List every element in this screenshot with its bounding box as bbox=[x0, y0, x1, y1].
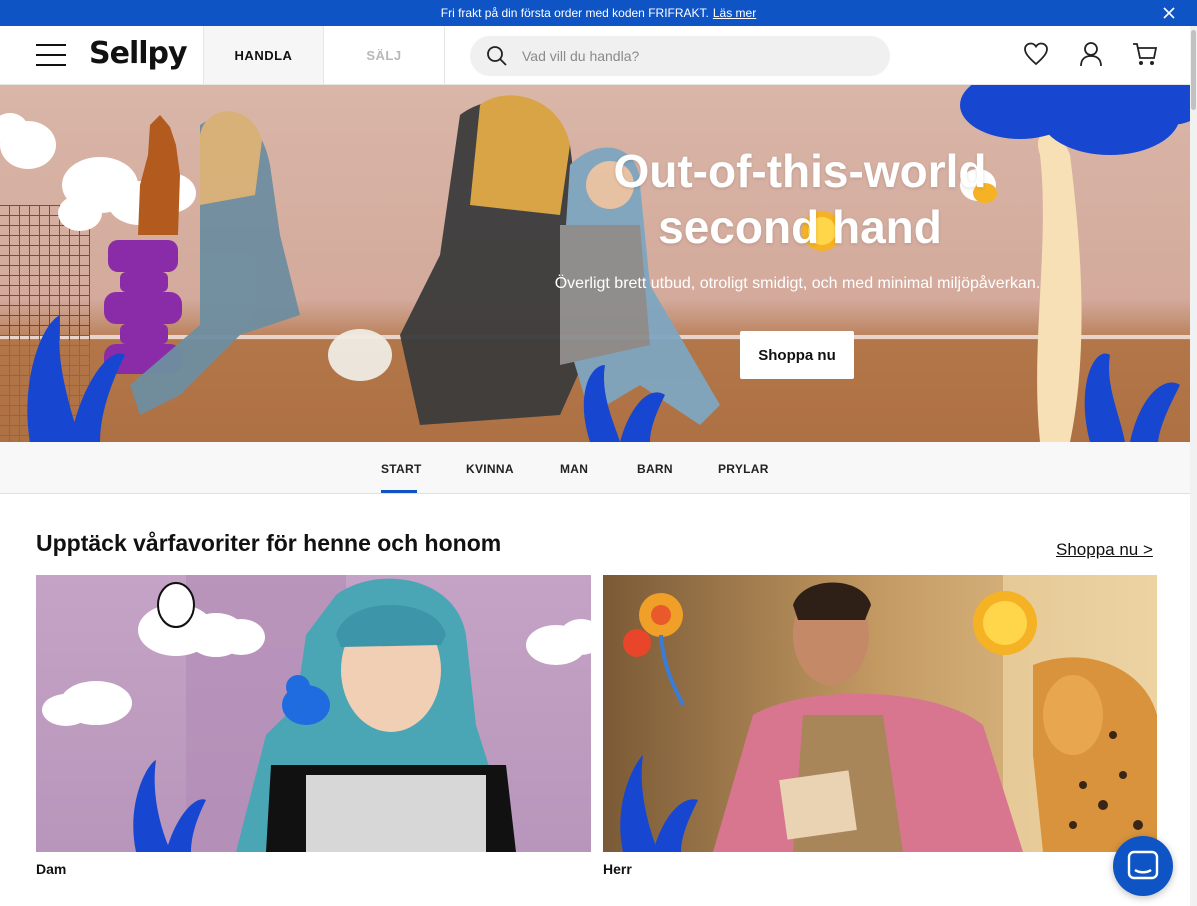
promo-read-more-link[interactable]: Läs mer bbox=[713, 6, 756, 20]
card-dam-label[interactable]: Dam bbox=[36, 861, 66, 877]
hero-title: Out-of-this-world second hand bbox=[613, 145, 987, 253]
hero-subtitle: Överligt brett utbud, otroligt smidigt, … bbox=[554, 275, 1041, 292]
chat-bubble-icon[interactable] bbox=[1113, 836, 1173, 896]
hero-shop-now-button[interactable]: Shoppa nu bbox=[740, 331, 854, 379]
user-icon[interactable] bbox=[1077, 40, 1105, 68]
hamburger-menu-icon[interactable] bbox=[36, 44, 66, 66]
close-icon[interactable] bbox=[1161, 5, 1177, 21]
tab-prylar[interactable]: PRYLAR bbox=[718, 462, 769, 476]
tab-salj[interactable]: SÄLJ bbox=[324, 26, 445, 84]
page-scrollbar[interactable] bbox=[1190, 26, 1197, 906]
active-tab-indicator bbox=[381, 490, 417, 493]
dam-illustration bbox=[42, 575, 591, 852]
sellpy-logo[interactable]: Sellpy bbox=[89, 36, 188, 71]
herr-illustration bbox=[620, 575, 1157, 852]
site-header: Sellpy HANDLA SÄLJ bbox=[0, 26, 1190, 85]
search-input[interactable] bbox=[522, 48, 862, 64]
cart-icon[interactable] bbox=[1131, 40, 1159, 68]
section-title: Upptäck vårfavoriter för henne och honom bbox=[36, 530, 502, 556]
search-bar[interactable] bbox=[470, 36, 890, 76]
card-herr-image[interactable] bbox=[603, 575, 1157, 852]
tab-handla[interactable]: HANDLA bbox=[203, 26, 324, 84]
tab-barn[interactable]: BARN bbox=[637, 462, 673, 476]
promo-banner: Fri frakt på din första order med koden … bbox=[0, 0, 1197, 26]
heart-icon[interactable] bbox=[1022, 40, 1050, 68]
search-icon bbox=[487, 46, 507, 66]
tab-kvinna[interactable]: KVINNA bbox=[466, 462, 514, 476]
section-shop-now-link[interactable]: Shoppa nu > bbox=[1056, 540, 1153, 560]
tab-start[interactable]: START bbox=[381, 462, 422, 476]
tab-man[interactable]: MAN bbox=[560, 462, 588, 476]
card-dam-image[interactable] bbox=[36, 575, 591, 852]
category-nav: START KVINNA MAN BARN PRYLAR bbox=[0, 442, 1193, 494]
card-herr-label[interactable]: Herr bbox=[603, 861, 632, 877]
hero-illustration bbox=[0, 85, 1193, 442]
hero-banner: Out-of-this-world second hand Överligt b… bbox=[0, 85, 1193, 442]
promo-text: Fri frakt på din första order med koden … bbox=[440, 6, 709, 20]
